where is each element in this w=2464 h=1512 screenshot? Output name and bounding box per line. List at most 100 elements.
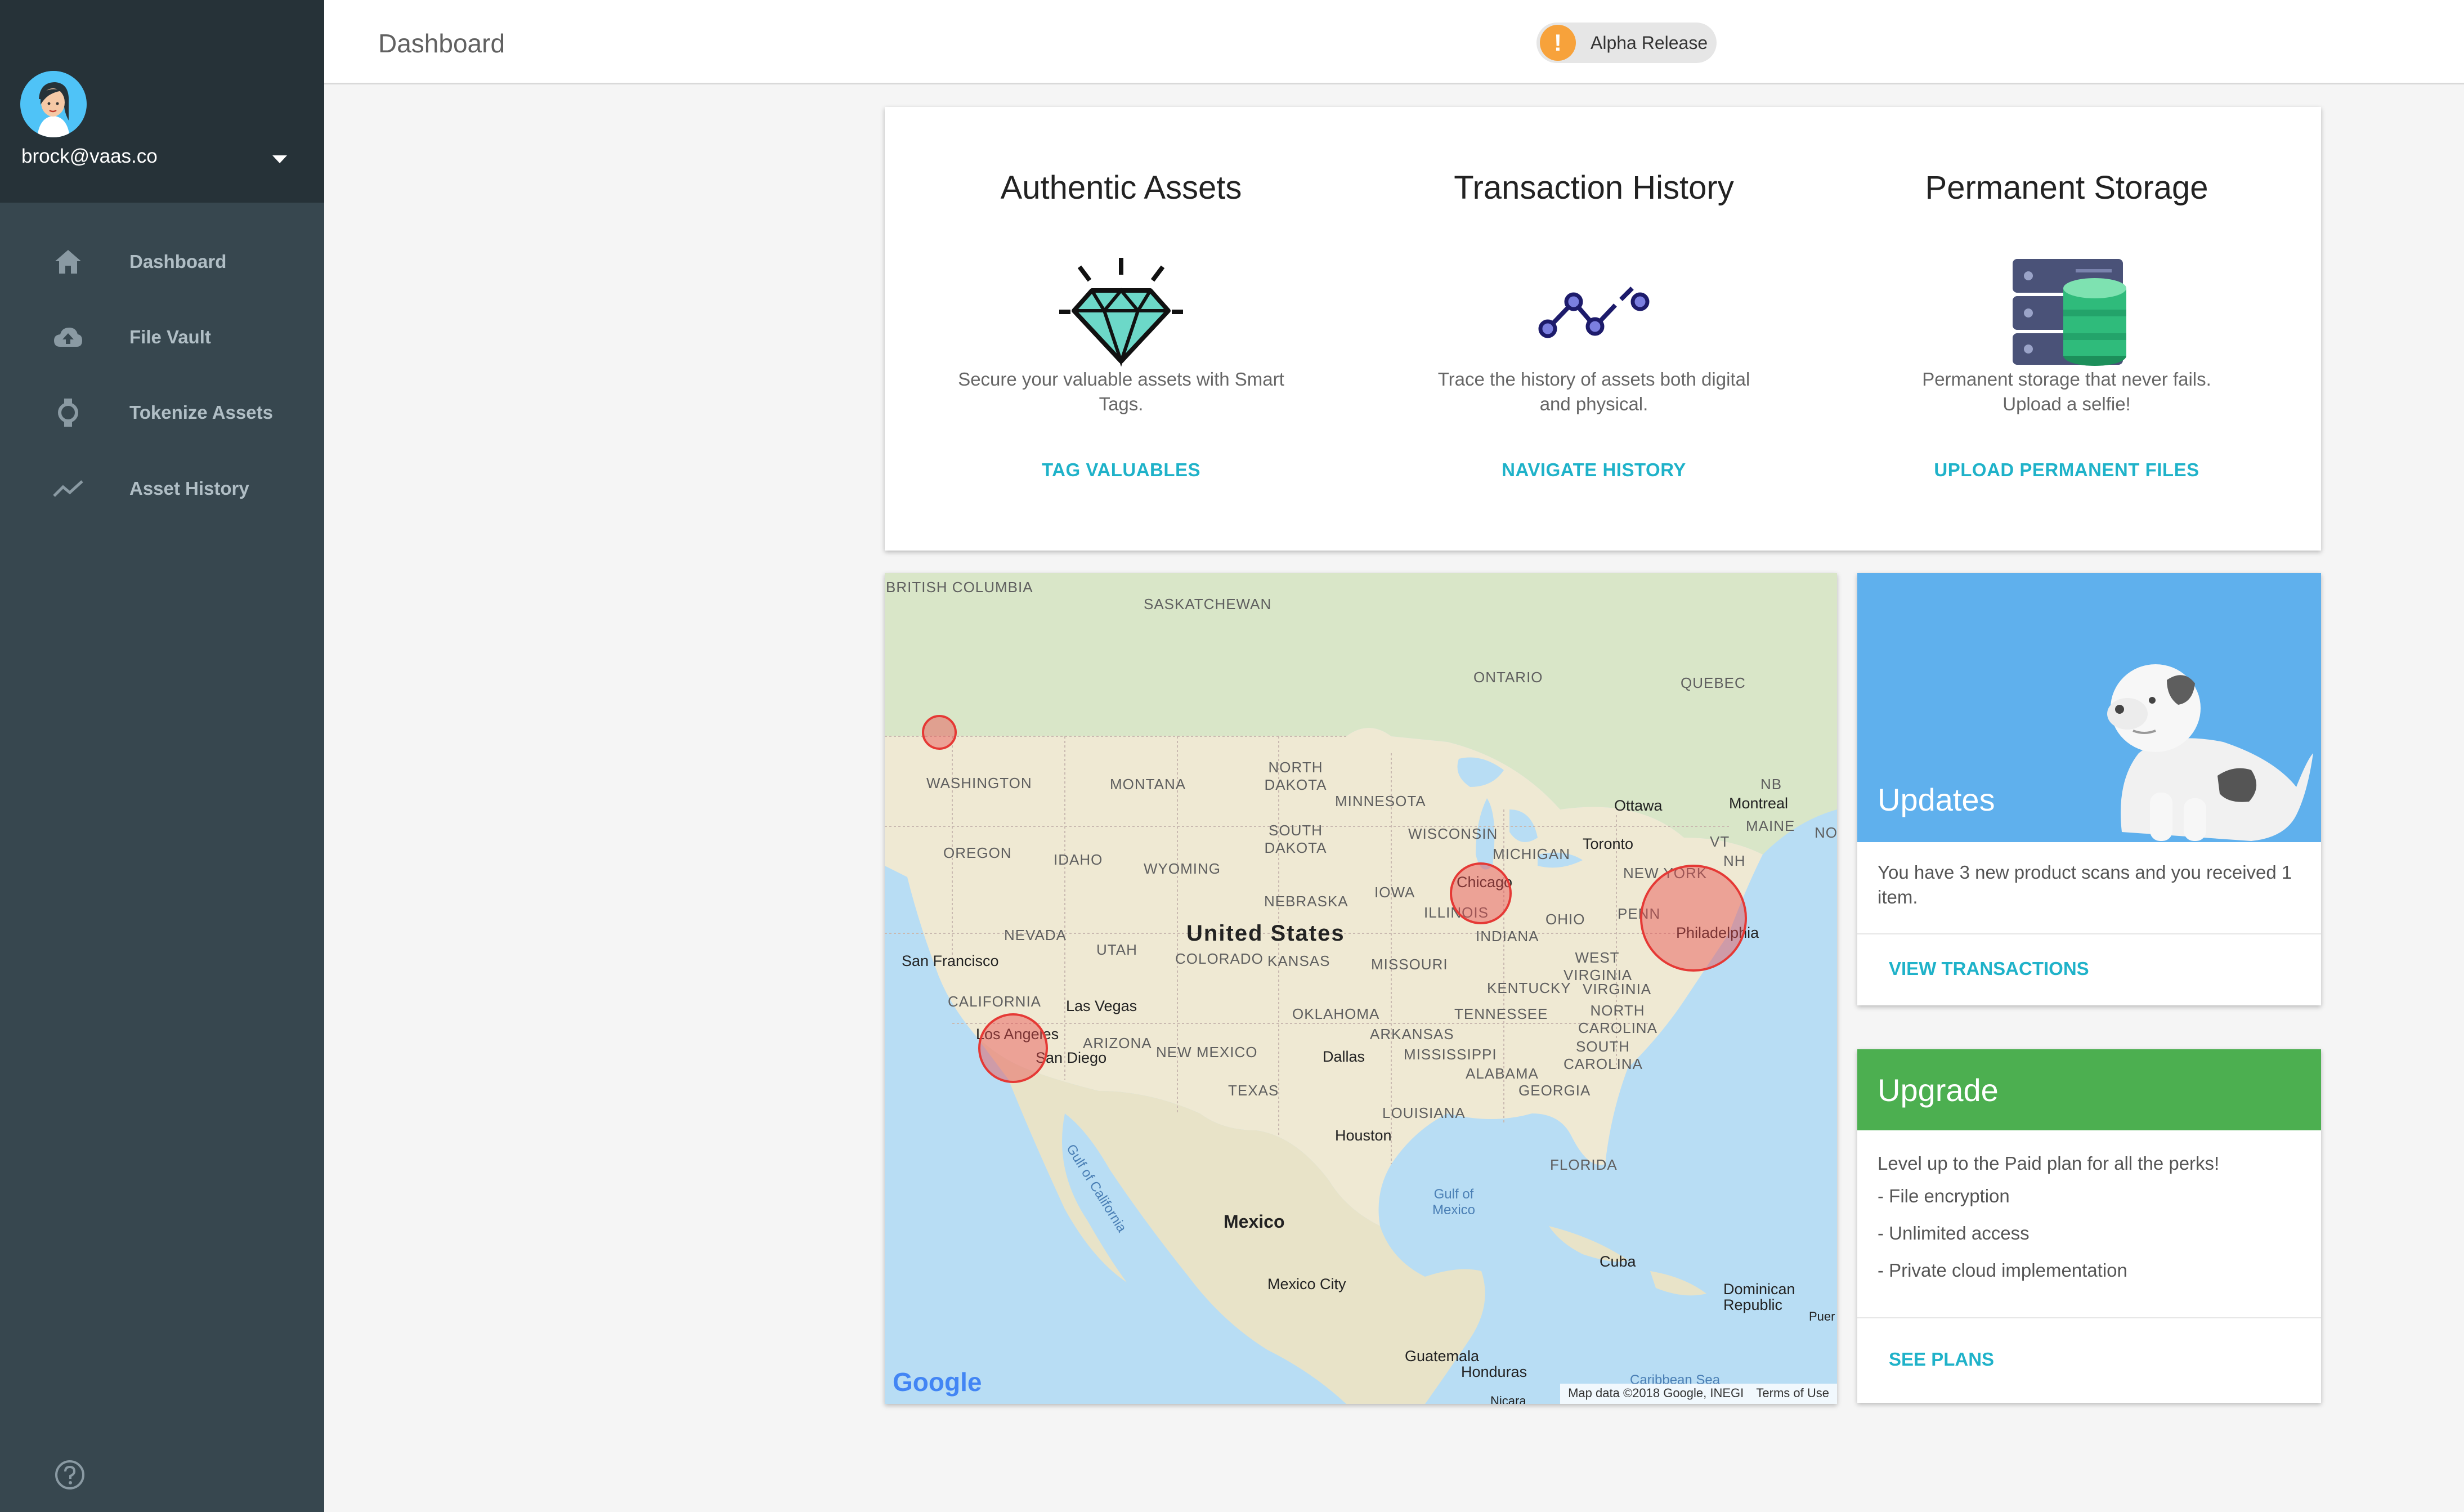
alert-icon: ! xyxy=(1540,25,1576,61)
map-city-label: Guatemala xyxy=(1405,1348,1480,1365)
card-divider xyxy=(1857,1317,2321,1318)
map-region-label: MISSOURI xyxy=(1371,956,1448,973)
map-region-label: WEST VIRGINIA xyxy=(1563,949,1633,983)
card-divider xyxy=(1857,933,2321,934)
map-region-label: KENTUCKY xyxy=(1487,979,1571,996)
map-region-label: NORTH CAROLINA xyxy=(1578,1002,1657,1036)
release-label: Alpha Release xyxy=(1591,33,1708,53)
map-region-label: TEXAS xyxy=(1228,1082,1279,1099)
map-region-label: QUEBEC xyxy=(1681,674,1746,691)
sidebar-item-asset-history[interactable]: Asset History xyxy=(0,458,324,520)
tag-valuables-button[interactable]: TAG VALUABLES xyxy=(885,459,1358,481)
feature-description: Trace the history of assets both digital… xyxy=(1437,369,1750,414)
map-city-label: Ottawa xyxy=(1614,797,1663,814)
diamond-icon xyxy=(1059,258,1183,367)
map-city-label: Toronto xyxy=(1583,835,1634,852)
features-card: Authentic Assets Secure your valuable as… xyxy=(885,107,2321,551)
map-country-label: Dominican Republic xyxy=(1723,1281,1795,1313)
map-attribution: Map data ©2018 Google, INEGI Terms of Us… xyxy=(1560,1384,1837,1404)
feature-description: Secure your valuable assets with Smart T… xyxy=(958,369,1284,414)
asset-map[interactable]: BRITISH COLUMBIA SASKATCHEWAN ONTARIO QU… xyxy=(885,573,1837,1404)
user-panel: brock@vaas.co xyxy=(0,0,324,203)
map-region-label: FLORIDA xyxy=(1550,1156,1618,1173)
upgrade-title: Upgrade xyxy=(1878,1072,1999,1108)
feature-title: Permanent Storage xyxy=(1925,169,2208,206)
navigate-history-button[interactable]: NAVIGATE HISTORY xyxy=(1358,459,1830,481)
cluster-marker-seattle[interactable] xyxy=(922,715,957,750)
feature-authentic-assets: Authentic Assets Secure your valuable as… xyxy=(885,107,1358,551)
map-water-label: Gulf of Mexico xyxy=(1432,1187,1476,1218)
map-region-label: WYOMING xyxy=(1144,860,1221,877)
map-city-label: Dallas xyxy=(1323,1048,1365,1065)
sidebar-item-label: Asset History xyxy=(129,478,249,499)
map-city-label: Cuba xyxy=(1600,1253,1636,1270)
map-country-label: Nicara xyxy=(1490,1394,1526,1404)
upgrade-header: Upgrade xyxy=(1857,1049,2321,1130)
perk-item: - File encryption xyxy=(1878,1186,2010,1206)
page-title: Dashboard xyxy=(378,29,505,58)
map-region-label: ARKANSAS xyxy=(1370,1026,1454,1043)
map-region-label: INDIANA xyxy=(1476,928,1539,945)
sidebar-item-tokenize-assets[interactable]: Tokenize Assets xyxy=(0,382,324,444)
upload-permanent-files-button[interactable]: UPLOAD PERMANENT FILES xyxy=(1830,459,2303,481)
perk-item: - Private cloud implementation xyxy=(1878,1260,2127,1281)
sidebar: brock@vaas.co Dashboard File Vault Token… xyxy=(0,0,324,1512)
chevron-down-icon[interactable] xyxy=(272,155,287,163)
sidebar-item-label: File Vault xyxy=(129,326,211,347)
cluster-marker-los-angeles[interactable] xyxy=(978,1013,1048,1083)
map-region-label: SASKATCHEWAN xyxy=(1144,596,1272,612)
feature-transaction-history: Transaction History Trace the history of… xyxy=(1358,107,1830,551)
map-region-label: NH xyxy=(1723,852,1746,869)
google-logo-text: Google xyxy=(893,1367,982,1397)
cluster-marker-chicago[interactable] xyxy=(1450,862,1512,924)
perk-item: - Unlimited access xyxy=(1878,1223,2030,1243)
watch-icon xyxy=(58,399,78,427)
dog-illustration xyxy=(2107,664,2313,841)
map-region-label: NEW MEXICO xyxy=(1156,1044,1258,1061)
map-country-label: United States xyxy=(1186,921,1345,946)
cluster-marker-philadelphia[interactable] xyxy=(1640,865,1747,972)
see-plans-button[interactable]: SEE PLANS xyxy=(1889,1349,1994,1370)
view-transactions-button[interactable]: VIEW TRANSACTIONS xyxy=(1889,958,2089,979)
graph-icon xyxy=(1538,287,1650,338)
map-region-label: SOUTH CAROLINA xyxy=(1563,1038,1643,1072)
top-bar: Dashboard ! Alpha Release xyxy=(324,0,2464,84)
terms-of-use-link[interactable]: Terms of Use xyxy=(1756,1386,1829,1400)
map-region-label: NB xyxy=(1760,776,1782,793)
map-region-label: GEORGIA xyxy=(1518,1082,1591,1099)
map-city-label: Montreal xyxy=(1729,795,1789,812)
feature-title: Authentic Assets xyxy=(1000,169,1242,206)
feature-permanent-storage: Permanent Storage Permanent storage that… xyxy=(1830,107,2303,551)
user-email[interactable]: brock@vaas.co xyxy=(21,145,158,168)
map-region-label: BRITISH COLUMBIA xyxy=(886,579,1033,596)
sidebar-item-dashboard[interactable]: Dashboard xyxy=(0,231,324,293)
sidebar-item-label: Dashboard xyxy=(129,251,227,272)
trending-icon xyxy=(53,480,83,497)
map-region-label: MONTANA xyxy=(1110,776,1186,793)
feature-description: Permanent storage that never fails. Uplo… xyxy=(1922,369,2211,414)
map-region-label: MAINE xyxy=(1746,817,1795,834)
home-icon xyxy=(55,250,81,274)
map-region-label: KANSAS xyxy=(1267,952,1330,969)
cloud-upload-icon xyxy=(54,328,82,347)
map-city-label: Honduras xyxy=(1461,1363,1527,1380)
map-region-label: LOUISIANA xyxy=(1382,1104,1466,1121)
map-region-label: MINNESOTA xyxy=(1335,793,1426,809)
upgrade-intro: Level up to the Paid plan for all the pe… xyxy=(1878,1153,2220,1174)
map-region-label: NORTH DAKOTA xyxy=(1264,759,1327,793)
map-region-label: OREGON xyxy=(943,844,1012,861)
map-region-label: IDAHO xyxy=(1054,851,1103,868)
map-city-label: Las Vegas xyxy=(1066,997,1137,1014)
google-logo: Google xyxy=(893,1367,982,1397)
map-region-label: NEVADA xyxy=(1004,927,1067,943)
map-region-label: COLORADO xyxy=(1175,950,1264,967)
updates-header: Updates xyxy=(1857,573,2321,842)
help-icon[interactable] xyxy=(54,1459,86,1491)
map-region-label: OKLAHOMA xyxy=(1292,1005,1380,1022)
map-region-label: WISCONSIN xyxy=(1408,825,1498,842)
release-badge: ! Alpha Release xyxy=(1536,23,1717,63)
sidebar-item-file-vault[interactable]: File Vault xyxy=(0,306,324,368)
avatar[interactable] xyxy=(20,71,87,137)
map-region-label: OHIO xyxy=(1545,911,1585,928)
map-country-label: Puer xyxy=(1809,1309,1835,1323)
